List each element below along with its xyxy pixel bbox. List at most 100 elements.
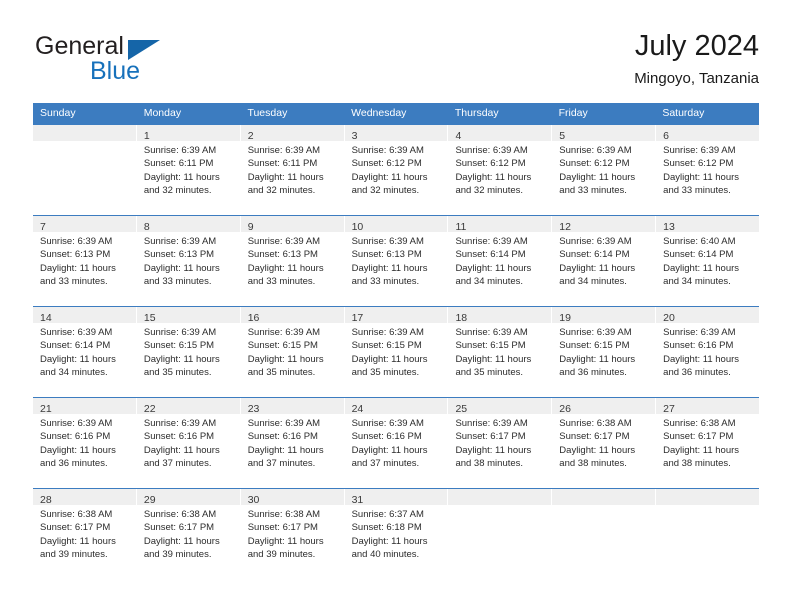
daylight-duration-line1: Daylight: 11 hours: [455, 262, 532, 274]
day-number: 2: [247, 130, 254, 142]
day-number: 14: [40, 312, 52, 324]
calendar-day-cell[interactable]: 10 Sunrise: 6:39 AM Sunset: 6:13 PM Dayligh…: [344, 216, 449, 306]
day-number-strip: 26: [552, 398, 656, 415]
sunrise-time: Sunrise: 6:38 AM: [663, 418, 736, 429]
calendar-day-cell[interactable]: 21 Sunrise: 6:39 AM Sunset: 6:16 PM Dayligh…: [33, 398, 137, 488]
sunrise-time: Sunrise: 6:39 AM: [455, 327, 528, 338]
calendar-day-cell[interactable]: 8 Sunrise: 6:39 AM Sunset: 6:13 PM Daylight…: [136, 216, 241, 306]
calendar-day-cell[interactable]: 18 Sunrise: 6:39 AM Sunset: 6:15 PM Dayligh…: [448, 307, 553, 397]
calendar-day-cell[interactable]: 12 Sunrise: 6:39 AM Sunset: 6:14 PM Dayligh…: [552, 216, 657, 306]
day-number-strip: 11: [448, 216, 552, 233]
calendar-day-cell[interactable]: 30 Sunrise: 6:38 AM Sunset: 6:17 PM Dayligh…: [240, 489, 345, 579]
calendar-page: General Blue July 2024 Mingoyo, Tanzania…: [0, 0, 792, 612]
sunrise-time: Sunrise: 6:38 AM: [559, 418, 632, 429]
calendar-day-cell[interactable]: 5 Sunrise: 6:39 AM Sunset: 6:12 PM Daylight…: [552, 125, 657, 215]
day-sun-info: Sunrise: 6:39 AM Sunset: 6:15 PM Daylight:…: [448, 323, 551, 380]
general-blue-logo[interactable]: General Blue: [33, 32, 263, 92]
sunset-time: Sunset: 6:17 PM: [247, 522, 318, 534]
day-number: 29: [143, 494, 156, 506]
sunrise-time: Sunrise: 6:39 AM: [455, 418, 528, 429]
calendar-day-cell[interactable]: 4 Sunrise: 6:39 AM Sunset: 6:12 PM Daylight…: [448, 125, 553, 215]
sunset-time: Sunset: 6:16 PM: [40, 431, 111, 443]
daylight-duration-line1: Daylight: 11 hours: [663, 444, 740, 456]
calendar-day-cell[interactable]: 3 Sunrise: 6:39 AM Sunset: 6:12 PM Daylight…: [344, 125, 449, 215]
day-number-strip: 21: [33, 398, 136, 415]
calendar-day-cell[interactable]: 1 Sunrise: 6:39 AM Sunset: 6:11 PM Daylight…: [136, 125, 241, 215]
calendar-day-cell[interactable]: 26 Sunrise: 6:38 AM Sunset: 6:17 PM Dayligh…: [552, 398, 657, 488]
sunrise-time: Sunrise: 6:39 AM: [143, 327, 217, 338]
calendar-day-cell[interactable]: 24 Sunrise: 6:39 AM Sunset: 6:16 PM Dayligh…: [344, 398, 449, 488]
day-sun-info: Sunrise: 6:39 AM Sunset: 6:16 PM Daylight:…: [345, 414, 448, 471]
day-number-strip: 24: [344, 398, 448, 415]
day-number-strip: 28: [33, 489, 136, 506]
day-sun-info: Sunrise: 6:39 AM Sunset: 6:14 PM Daylight:…: [33, 323, 136, 380]
sunset-time: Sunset: 6:15 PM: [143, 340, 215, 352]
daylight-duration-line1: Daylight: 11 hours: [351, 353, 428, 365]
day-number-strip: 10: [344, 216, 448, 233]
sunset-time: Sunset: 6:17 PM: [455, 431, 526, 443]
sunset-time: Sunset: 6:15 PM: [351, 340, 422, 352]
day-sun-info: Sunrise: 6:40 AM Sunset: 6:14 PM Daylight:…: [656, 232, 759, 289]
daylight-duration-line1: Daylight: 11 hours: [559, 444, 636, 456]
sunrise-time: Sunrise: 6:38 AM: [143, 509, 217, 520]
daylight-duration-line1: Daylight: 11 hours: [40, 262, 116, 274]
calendar-day-cell[interactable]: 20 Sunrise: 6:39 AM Sunset: 6:16 PM Dayligh…: [656, 307, 760, 397]
calendar-day-cell[interactable]: 31 Sunrise: 6:37 AM Sunset: 6:18 PM Dayligh…: [344, 489, 449, 579]
daylight-duration-line2: and 37 minutes.: [247, 458, 316, 470]
daylight-duration-line2: and 37 minutes.: [351, 458, 420, 470]
calendar-day-cell[interactable]: 19 Sunrise: 6:39 AM Sunset: 6:15 PM Dayligh…: [552, 307, 657, 397]
calendar-week-row: 14 Sunrise: 6:39 AM Sunset: 6:14 PM Dayligh…: [33, 306, 760, 397]
sunrise-time: Sunrise: 6:39 AM: [40, 418, 113, 429]
logo-text-blue: Blue: [90, 57, 141, 85]
sunrise-time: Sunrise: 6:39 AM: [559, 236, 632, 247]
day-number-strip: 29: [136, 489, 240, 506]
calendar-day-cell-empty: [552, 489, 657, 579]
calendar-day-cell[interactable]: 16 Sunrise: 6:39 AM Sunset: 6:15 PM Dayligh…: [240, 307, 345, 397]
calendar-day-cell[interactable]: 2 Sunrise: 6:39 AM Sunset: 6:11 PM Daylight…: [240, 125, 345, 215]
weekday-header-sunday: Sunday: [40, 107, 76, 119]
calendar-day-cell[interactable]: 17 Sunrise: 6:39 AM Sunset: 6:15 PM Dayligh…: [344, 307, 449, 397]
day-number-strip: [552, 489, 656, 505]
calendar-day-cell[interactable]: 9 Sunrise: 6:39 AM Sunset: 6:13 PM Daylight…: [240, 216, 345, 306]
daylight-duration-line2: and 35 minutes.: [455, 367, 524, 379]
day-number-strip: 5: [552, 125, 656, 142]
daylight-duration-line1: Daylight: 11 hours: [247, 535, 324, 547]
day-number: 6: [663, 130, 669, 142]
calendar-day-cell[interactable]: 27 Sunrise: 6:38 AM Sunset: 6:17 PM Dayligh…: [656, 398, 760, 488]
day-number-strip: 9: [240, 216, 344, 233]
day-number: 13: [663, 221, 675, 233]
sunrise-time: Sunrise: 6:38 AM: [247, 509, 321, 520]
day-number: 21: [40, 403, 52, 415]
calendar-week-row: 1 Sunrise: 6:39 AM Sunset: 6:11 PM Daylight…: [33, 125, 760, 215]
day-number-strip: 8: [136, 216, 240, 233]
calendar-day-cell[interactable]: 29 Sunrise: 6:38 AM Sunset: 6:17 PM Dayligh…: [136, 489, 241, 579]
day-sun-info: Sunrise: 6:39 AM Sunset: 6:11 PM Daylight:…: [241, 141, 344, 198]
daylight-duration-line2: and 35 minutes.: [247, 367, 316, 379]
calendar-day-cell[interactable]: 14 Sunrise: 6:39 AM Sunset: 6:14 PM Dayligh…: [33, 307, 137, 397]
daylight-duration-line2: and 36 minutes.: [559, 367, 627, 379]
calendar-day-cell[interactable]: 15 Sunrise: 6:39 AM Sunset: 6:15 PM Dayligh…: [136, 307, 241, 397]
daylight-duration-line2: and 33 minutes.: [559, 185, 627, 197]
calendar-day-cell[interactable]: 11 Sunrise: 6:39 AM Sunset: 6:14 PM Dayligh…: [448, 216, 553, 306]
day-number: 28: [40, 494, 52, 506]
daylight-duration-line1: Daylight: 11 hours: [663, 353, 740, 365]
calendar-day-cell[interactable]: 23 Sunrise: 6:39 AM Sunset: 6:16 PM Dayligh…: [240, 398, 345, 488]
day-number: 27: [663, 403, 675, 415]
calendar-day-cell-empty: [656, 489, 760, 579]
day-sun-info: Sunrise: 6:38 AM Sunset: 6:17 PM Daylight:…: [137, 505, 240, 562]
day-sun-info: Sunrise: 6:39 AM Sunset: 6:13 PM Daylight:…: [241, 232, 344, 289]
day-number: 10: [351, 221, 364, 233]
calendar-day-cell[interactable]: 6 Sunrise: 6:39 AM Sunset: 6:12 PM Daylight…: [656, 125, 760, 215]
day-number-strip: [33, 125, 136, 141]
sunrise-time: Sunrise: 6:39 AM: [351, 327, 424, 338]
calendar-day-cell[interactable]: 25 Sunrise: 6:39 AM Sunset: 6:17 PM Dayligh…: [448, 398, 553, 488]
day-number: 7: [40, 221, 46, 233]
calendar-day-cell[interactable]: 7 Sunrise: 6:39 AM Sunset: 6:13 PM Daylight…: [33, 216, 137, 306]
sunrise-time: Sunrise: 6:37 AM: [351, 509, 424, 520]
daylight-duration-line1: Daylight: 11 hours: [455, 171, 532, 183]
sunrise-time: Sunrise: 6:39 AM: [351, 145, 424, 156]
sunset-time: Sunset: 6:16 PM: [247, 431, 318, 443]
calendar-day-cell[interactable]: 28 Sunrise: 6:38 AM Sunset: 6:17 PM Dayligh…: [33, 489, 137, 579]
calendar-day-cell[interactable]: 13 Sunrise: 6:40 AM Sunset: 6:14 PM Dayligh…: [656, 216, 760, 306]
calendar-day-cell[interactable]: 22 Sunrise: 6:39 AM Sunset: 6:16 PM Dayligh…: [136, 398, 241, 488]
